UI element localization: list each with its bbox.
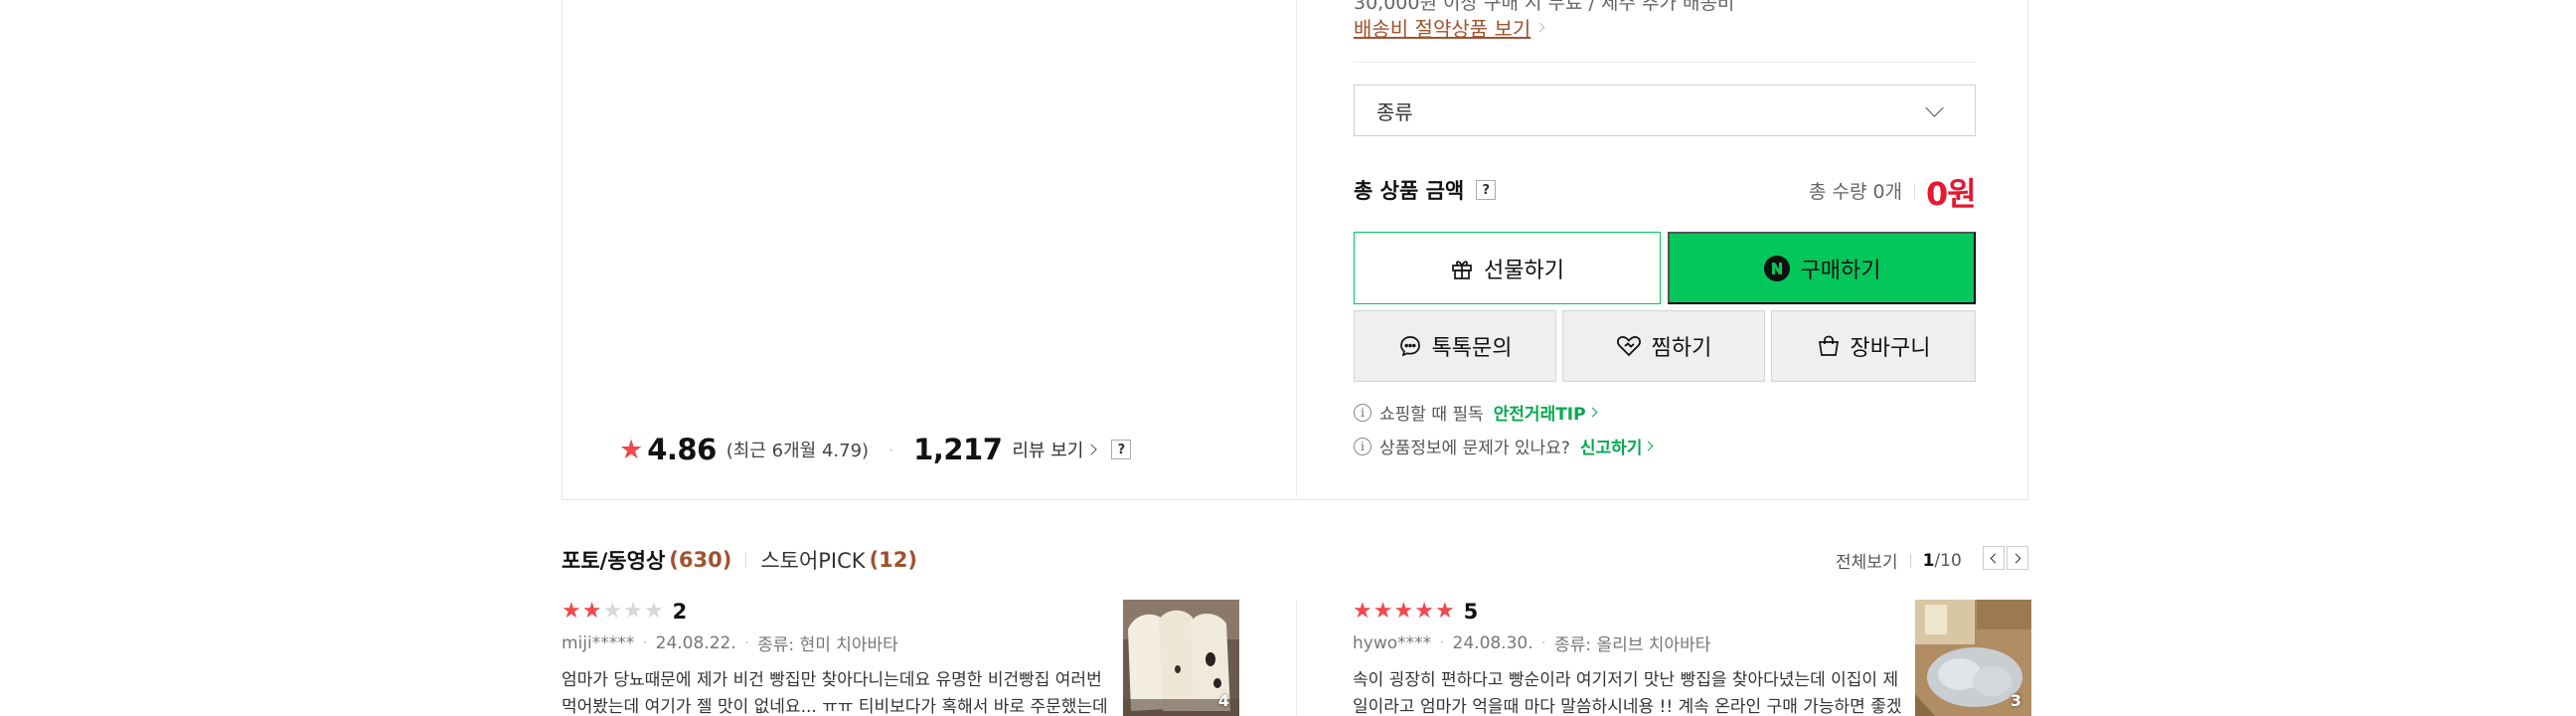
tab-label: 스토어PICK: [760, 549, 866, 573]
separator: ·: [1540, 632, 1547, 653]
heart-icon: [1616, 335, 1641, 357]
chevron-left-icon: [1990, 553, 2001, 563]
gift-button[interactable]: 선물하기: [1354, 232, 1661, 304]
chevron-right-icon: [1587, 407, 1598, 418]
wishlist-label: 찜하기: [1651, 335, 1712, 360]
shipping-saver-label: 배송비 절약상품 보기: [1354, 17, 1531, 41]
review-score: 2: [672, 600, 688, 624]
chevron-right-icon: [1534, 22, 1545, 33]
separator: ·: [743, 632, 750, 653]
tab-photo-video[interactable]: 포토/동영상 (630): [562, 545, 731, 575]
photo-count: 3: [2010, 691, 2021, 710]
report-link[interactable]: 신고하기: [1579, 434, 1654, 458]
star-icon: ★: [623, 599, 643, 624]
total-price: 0원: [1926, 175, 1977, 213]
photo-count: 4: [1217, 691, 1229, 710]
review-card[interactable]: ★ ★ ★ ★ ★ 5 hywo**** · 24.08.30. · 종류: 올…: [1353, 600, 2038, 716]
star-icon: ★: [619, 434, 644, 465]
notice-text: 쇼핑할 때 필독: [1379, 405, 1484, 425]
review-date: 24.08.22.: [655, 632, 736, 653]
rating-recent: (최근 6개월 4.79): [725, 441, 870, 461]
star-icon: ★: [1372, 599, 1393, 624]
rating-summary: ★ 4.86 (최근 6개월 4.79) · 1,217 리뷰 보기 ?: [619, 428, 1132, 471]
option-select-label: 종류: [1376, 99, 1413, 124]
page-current: 1: [1922, 550, 1935, 571]
star-icon: ★: [1414, 599, 1434, 624]
review-photo[interactable]: 3: [1915, 600, 2031, 716]
option-select[interactable]: 종류: [1354, 85, 1976, 136]
review-score: 5: [1463, 600, 1479, 624]
info-icon: i: [1354, 437, 1371, 455]
total-quantity: 총 수량 0개: [1809, 181, 1903, 203]
chat-icon: [1399, 336, 1420, 357]
chevron-right-icon: [1085, 444, 1098, 455]
divider: [1914, 183, 1915, 199]
review-user: hywo****: [1353, 632, 1432, 653]
star-icon: ★: [1353, 599, 1372, 624]
cart-icon: [1818, 335, 1839, 356]
view-all-link[interactable]: 전체보기: [1836, 548, 1898, 573]
review-photo[interactable]: 4: [1123, 600, 1239, 716]
page-total: /10: [1934, 550, 1962, 571]
review-user: miji*****: [562, 632, 635, 653]
total-help-button[interactable]: ?: [1476, 180, 1497, 200]
rating-score: 4.86: [647, 433, 717, 466]
review-card[interactable]: ★ ★ ★ ★ ★ 2 miji***** · 24.08.22. · 종류: …: [562, 600, 1247, 716]
divider: [1909, 553, 1911, 568]
tab-count: (630): [669, 548, 732, 572]
review-option: 종류: 현미 치아바타: [757, 635, 898, 655]
total-label-text: 총 상품 금액: [1354, 179, 1465, 203]
tab-store-pick[interactable]: 스토어PICK (12): [760, 545, 917, 575]
chevron-right-icon: [1643, 441, 1654, 451]
naver-pay-icon: [1763, 255, 1790, 281]
buy-button[interactable]: 구매하기: [1668, 232, 1976, 304]
separator: ·: [642, 632, 648, 653]
talk-inquiry-button[interactable]: 톡톡문의: [1354, 310, 1556, 382]
star-icon: ★: [602, 599, 623, 624]
notice-text: 상품정보에 문제가 있나요?: [1379, 439, 1570, 458]
review-tabs: 포토/동영상 (630) 스토어PICK (12): [562, 545, 917, 575]
report-label: 신고하기: [1579, 439, 1643, 458]
review-pager: 전체보기 1 /10: [1836, 548, 1962, 574]
safe-trade-tip-label: 안전거래TIP: [1493, 405, 1586, 425]
frame-divider: [1296, 0, 1297, 497]
review-count: 1,217: [913, 433, 1003, 466]
shipping-saver-link[interactable]: 배송비 절약상품 보기: [1354, 13, 1545, 42]
gift-label: 선물하기: [1484, 257, 1564, 282]
review-text: 속이 굉장히 편하다고 빵순이라 여기저기 맛난 빵집을 찾아다녔는데 이집이 …: [1353, 670, 1902, 716]
buy-label: 구매하기: [1800, 257, 1881, 282]
review-help-button[interactable]: ?: [1111, 440, 1132, 459]
chevron-down-icon: [1925, 98, 1944, 117]
wishlist-button[interactable]: 찜하기: [1562, 310, 1765, 382]
cart-button[interactable]: 장바구니: [1771, 310, 1976, 382]
review-text: 엄마가 당뇨때문에 제가 비건 빵집만 찾아다니는데요 유명한 비건빵집 여러번…: [562, 670, 1108, 716]
review-view-label: 리뷰 보기: [1012, 441, 1084, 461]
gift-icon: [1452, 260, 1472, 279]
chevron-right-icon: [2011, 553, 2021, 563]
star-icon: ★: [643, 599, 664, 624]
cart-label: 장바구니: [1850, 335, 1931, 360]
divider: [1354, 62, 1976, 63]
prev-page-button[interactable]: [1983, 546, 2005, 570]
divider: [1296, 600, 1297, 716]
total-price-label: 총 상품 금액 ?: [1354, 175, 1497, 205]
star-icon: ★: [1393, 599, 1414, 624]
safe-trade-tip-link[interactable]: 안전거래TIP: [1493, 400, 1598, 425]
talk-label: 톡톡문의: [1431, 335, 1513, 360]
separator: ·: [888, 440, 894, 459]
star-icon: ★: [562, 599, 581, 624]
review-date: 24.08.30.: [1452, 632, 1533, 653]
tab-label: 포토/동영상: [562, 549, 666, 573]
next-page-button[interactable]: [2007, 546, 2028, 570]
review-view-link[interactable]: 리뷰 보기: [1012, 437, 1098, 462]
info-icon: i: [1354, 403, 1371, 422]
safe-trade-notice: i 쇼핑할 때 필독 안전거래TIP: [1354, 400, 1598, 425]
star-icon: ★: [581, 599, 602, 624]
star-icon: ★: [1434, 599, 1455, 624]
tab-count: (12): [869, 548, 917, 572]
divider: [745, 552, 747, 568]
review-option: 종류: 올리브 치아바타: [1554, 635, 1711, 655]
report-notice: i 상품정보에 문제가 있나요? 신고하기: [1354, 434, 1654, 458]
separator: ·: [1439, 632, 1445, 653]
